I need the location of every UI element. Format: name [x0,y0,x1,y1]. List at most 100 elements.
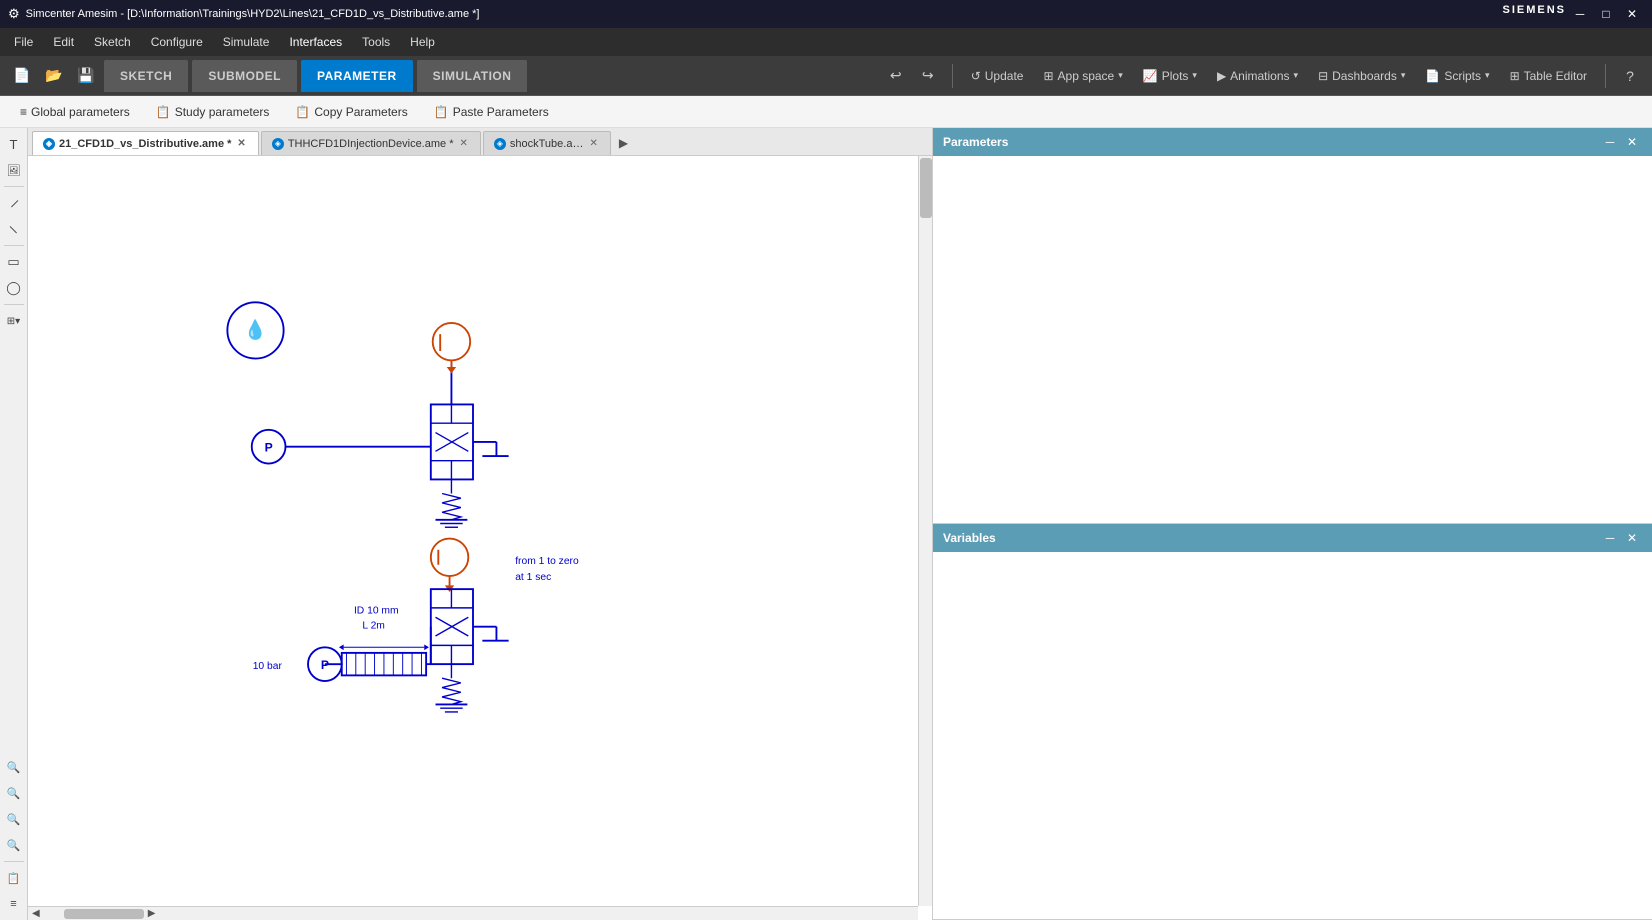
copy-view-btn[interactable]: 📋 [2,866,26,890]
signal-annotation-2: at 1 sec [515,572,551,583]
parameters-panel: Parameters ─ ✕ [933,128,1652,524]
minimize-button[interactable]: ─ [1568,4,1592,24]
menu-bar: File Edit Sketch Configure Simulate Inte… [0,28,1652,56]
dashboards-button[interactable]: ⊟ Dashboards ▾ [1310,65,1413,87]
zoom-out-btn[interactable]: 🔍 [2,807,26,831]
tab3-close[interactable]: ✕ [587,138,599,149]
scripts-icon: 📄 [1425,69,1440,83]
right-panel: Parameters ─ ✕ Variables ─ ✕ [932,128,1652,920]
tool-text[interactable]: T [2,132,26,156]
tab1-close[interactable]: ✕ [235,138,247,149]
align-btn[interactable]: ≡ [2,892,26,916]
zoom-region-btn[interactable]: 🔍 [2,755,26,779]
menu-help[interactable]: Help [400,31,445,53]
study-params-label: Study parameters [175,105,270,119]
tool-section-top: T 🖼 ─ ─ ▭ ◯ ⊞▾ [2,132,26,333]
menu-interfaces[interactable]: Interfaces [279,31,352,53]
appspace-button[interactable]: ⊞ App space ▾ [1035,65,1130,87]
appspace-icon: ⊞ [1043,69,1053,83]
animations-label: Animations [1230,69,1289,83]
menu-simulate[interactable]: Simulate [213,31,280,53]
zoom-in-btn[interactable]: 🔍 [2,781,26,805]
global-params-label: Global parameters [31,105,130,119]
global-params-btn[interactable]: ≡ Global parameters [8,101,142,123]
tool-rectangle[interactable]: ▭ [2,250,26,274]
toolbar-icon-1[interactable]: 📄 [8,62,36,90]
zoom-fit-btn[interactable]: 🔍 [2,833,26,857]
menu-sketch[interactable]: Sketch [84,31,141,53]
animations-chevron: ▾ [1294,70,1299,81]
tab-sketch[interactable]: SKETCH [104,60,188,92]
siemens-brand: SIEMENS [1502,4,1566,24]
toolbar-icon-2[interactable]: 📂 [40,62,68,90]
appspace-chevron: ▾ [1118,70,1123,81]
menu-configure[interactable]: Configure [141,31,213,53]
variables-title: Variables [943,531,996,545]
file-tab-3[interactable]: ◈ shockTube.a… ✕ [483,131,611,155]
horizontal-scrollbar[interactable]: ◀ ▶ [28,906,918,920]
variables-panel: Variables ─ ✕ [933,524,1652,920]
tool-diagonal[interactable]: ─ [0,212,30,246]
paste-params-icon: 📋 [434,105,449,119]
study-params-btn[interactable]: 📋 Study parameters [144,101,282,123]
tab-more-arrow[interactable]: ▶ [613,131,634,155]
scripts-button[interactable]: 📄 Scripts ▾ [1417,65,1497,87]
main-layout: T 🖼 ─ ─ ▭ ◯ ⊞▾ 🔍 🔍 🔍 🔍 📋 ≡ ◈ 21 [0,128,1652,920]
hscroll-right-arrow[interactable]: ▶ [144,908,160,919]
file-tab-1[interactable]: ◈ 21_CFD1D_vs_Distributive.ame * ✕ [32,131,259,155]
copy-params-btn[interactable]: 📋 Copy Parameters [283,101,419,123]
copy-params-label: Copy Parameters [314,105,407,119]
title-bar-left: ⚙ Simcenter Amesim - [D:\Information\Tra… [8,6,479,22]
tableeditor-button[interactable]: ⊞ Table Editor [1502,65,1595,87]
sub-toolbar: ≡ Global parameters 📋 Study parameters 📋… [0,96,1652,128]
dashboards-chevron: ▾ [1401,70,1406,81]
appspace-label: App space [1058,69,1115,83]
animations-button[interactable]: ▶ Animations ▾ [1209,65,1306,87]
tool-ellipse[interactable]: ◯ [2,276,26,300]
variables-content [933,552,1652,919]
tab3-icon: ◈ [494,138,506,150]
scripts-label: Scripts [1444,69,1481,83]
window-title: Simcenter Amesim - [D:\Information\Train… [26,8,480,20]
variables-close-btn[interactable]: ✕ [1622,528,1642,548]
undo-button[interactable]: ↩ [882,62,910,90]
tool-image[interactable]: 🖼 [2,158,26,182]
paste-params-label: Paste Parameters [453,105,549,119]
copy-params-icon: 📋 [295,105,310,119]
parameters-minimize-btn[interactable]: ─ [1600,132,1620,152]
tab1-label: 21_CFD1D_vs_Distributive.ame * [59,138,231,150]
svg-text:P: P [265,440,273,454]
canvas-area: ◈ 21_CFD1D_vs_Distributive.ame * ✕ ◈ THH… [28,128,932,920]
menu-tools[interactable]: Tools [352,31,400,53]
tab2-close[interactable]: ✕ [457,138,469,149]
restore-button[interactable]: □ [1594,4,1618,24]
svg-text:💧: 💧 [244,319,267,341]
tool-misc[interactable]: ⊞▾ [2,309,26,333]
parameters-header-btns: ─ ✕ [1600,132,1642,152]
tab-simulation[interactable]: SIMULATION [417,60,528,92]
hscroll-thumb[interactable] [64,909,144,919]
variables-header: Variables ─ ✕ [933,524,1652,552]
hscroll-left-arrow[interactable]: ◀ [28,908,44,919]
tableeditor-icon: ⊞ [1510,69,1520,83]
help-button[interactable]: ? [1616,62,1644,90]
menu-file[interactable]: File [4,31,43,53]
redo-button[interactable]: ↪ [914,62,942,90]
canvas-content[interactable]: 💧 P [28,156,932,920]
id-label: ID 10 mm [354,606,399,617]
global-params-icon: ≡ [20,105,27,119]
toolbar-icon-3[interactable]: 💾 [72,62,100,90]
variables-minimize-btn[interactable]: ─ [1600,528,1620,548]
close-button[interactable]: ✕ [1620,4,1644,24]
tab-submodel[interactable]: SUBMODEL [192,60,297,92]
parameters-close-btn[interactable]: ✕ [1622,132,1642,152]
menu-edit[interactable]: Edit [43,31,84,53]
plots-label: Plots [1162,69,1189,83]
update-button[interactable]: ↺ Update [963,65,1032,87]
paste-params-btn[interactable]: 📋 Paste Parameters [422,101,561,123]
file-tab-2[interactable]: ◈ THHCFD1DInjectionDevice.ame * ✕ [261,131,481,155]
plots-button[interactable]: 📈 Plots ▾ [1135,65,1205,87]
vscroll-thumb[interactable] [920,158,932,218]
tab-parameter[interactable]: PARAMETER [301,60,413,92]
vertical-scrollbar[interactable] [918,156,932,906]
